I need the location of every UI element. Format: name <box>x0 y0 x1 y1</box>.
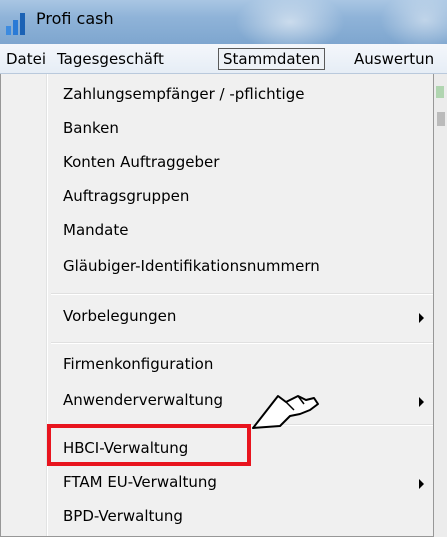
menu-item-label: Mandate <box>63 221 129 239</box>
menu-separator <box>51 342 433 344</box>
titlebar-glow <box>235 0 345 44</box>
menu-item-anwenderverwaltung[interactable]: Anwenderverwaltung <box>51 385 431 419</box>
menu-item-bpd-verwaltung[interactable]: BPD-Verwaltung <box>51 501 431 535</box>
bar-chart-icon <box>6 13 26 35</box>
menu-item-label: Vorbelegungen <box>63 307 177 325</box>
menu-tagesgeschaeft[interactable]: Tagesgeschäft <box>53 48 168 70</box>
menu-item-glaeubiger-id[interactable]: Gläubiger-Identifikationsnummern <box>51 251 431 285</box>
submenu-arrow-icon <box>419 313 424 323</box>
menu-item-auftragsgruppen[interactable]: Auftragsgruppen <box>51 181 431 215</box>
menu-item-mandate[interactable]: Mandate <box>51 215 431 249</box>
title-bar: Profi cash <box>0 0 447 44</box>
hand-pointer-cursor-icon <box>252 395 319 429</box>
menu-datei[interactable]: Datei <box>2 48 50 70</box>
menu-item-vorbelegungen[interactable]: Vorbelegungen <box>51 301 431 335</box>
menu-item-label: Konten Auftraggeber <box>63 153 220 171</box>
submenu-arrow-icon <box>419 397 424 407</box>
menu-item-label: Auftragsgruppen <box>63 187 190 205</box>
menu-auswertungen[interactable]: Auswertun <box>350 48 438 70</box>
menu-item-label: Gläubiger-Identifikationsnummern <box>63 257 320 275</box>
menu-item-zahlungsempfaenger[interactable]: Zahlungsempfänger / -pflichtige <box>51 79 431 113</box>
menu-item-label: Banken <box>63 119 119 137</box>
background-window-edge <box>432 74 447 537</box>
menu-separator <box>51 293 433 295</box>
titlebar-glow <box>380 0 447 44</box>
menu-item-label: BPD-Verwaltung <box>63 507 183 525</box>
menu-item-label: Firmenkonfiguration <box>63 355 214 373</box>
menu-item-label: Anwenderverwaltung <box>63 391 224 409</box>
menu-item-label: Zahlungsempfänger / -pflichtige <box>63 85 305 103</box>
menu-item-konten-auftraggeber[interactable]: Konten Auftraggeber <box>51 147 431 181</box>
menu-item-ftam-eu-verwaltung[interactable]: FTAM EU-Verwaltung <box>51 467 431 501</box>
menu-item-label: FTAM EU-Verwaltung <box>63 473 217 491</box>
menu-item-firmenkonfiguration[interactable]: Firmenkonfiguration <box>51 349 431 383</box>
submenu-arrow-icon <box>419 479 424 489</box>
hbci-highlight-box <box>47 424 251 466</box>
menu-item-banken[interactable]: Banken <box>51 113 431 147</box>
stammdaten-dropdown-menu: Zahlungsempfänger / -pflichtige Banken K… <box>0 74 434 537</box>
menu-stammdaten[interactable]: Stammdaten <box>218 48 326 70</box>
menu-bar: Datei Tagesgeschäft Stammdaten Auswertun <box>0 44 447 74</box>
window-title: Profi cash <box>36 9 114 28</box>
